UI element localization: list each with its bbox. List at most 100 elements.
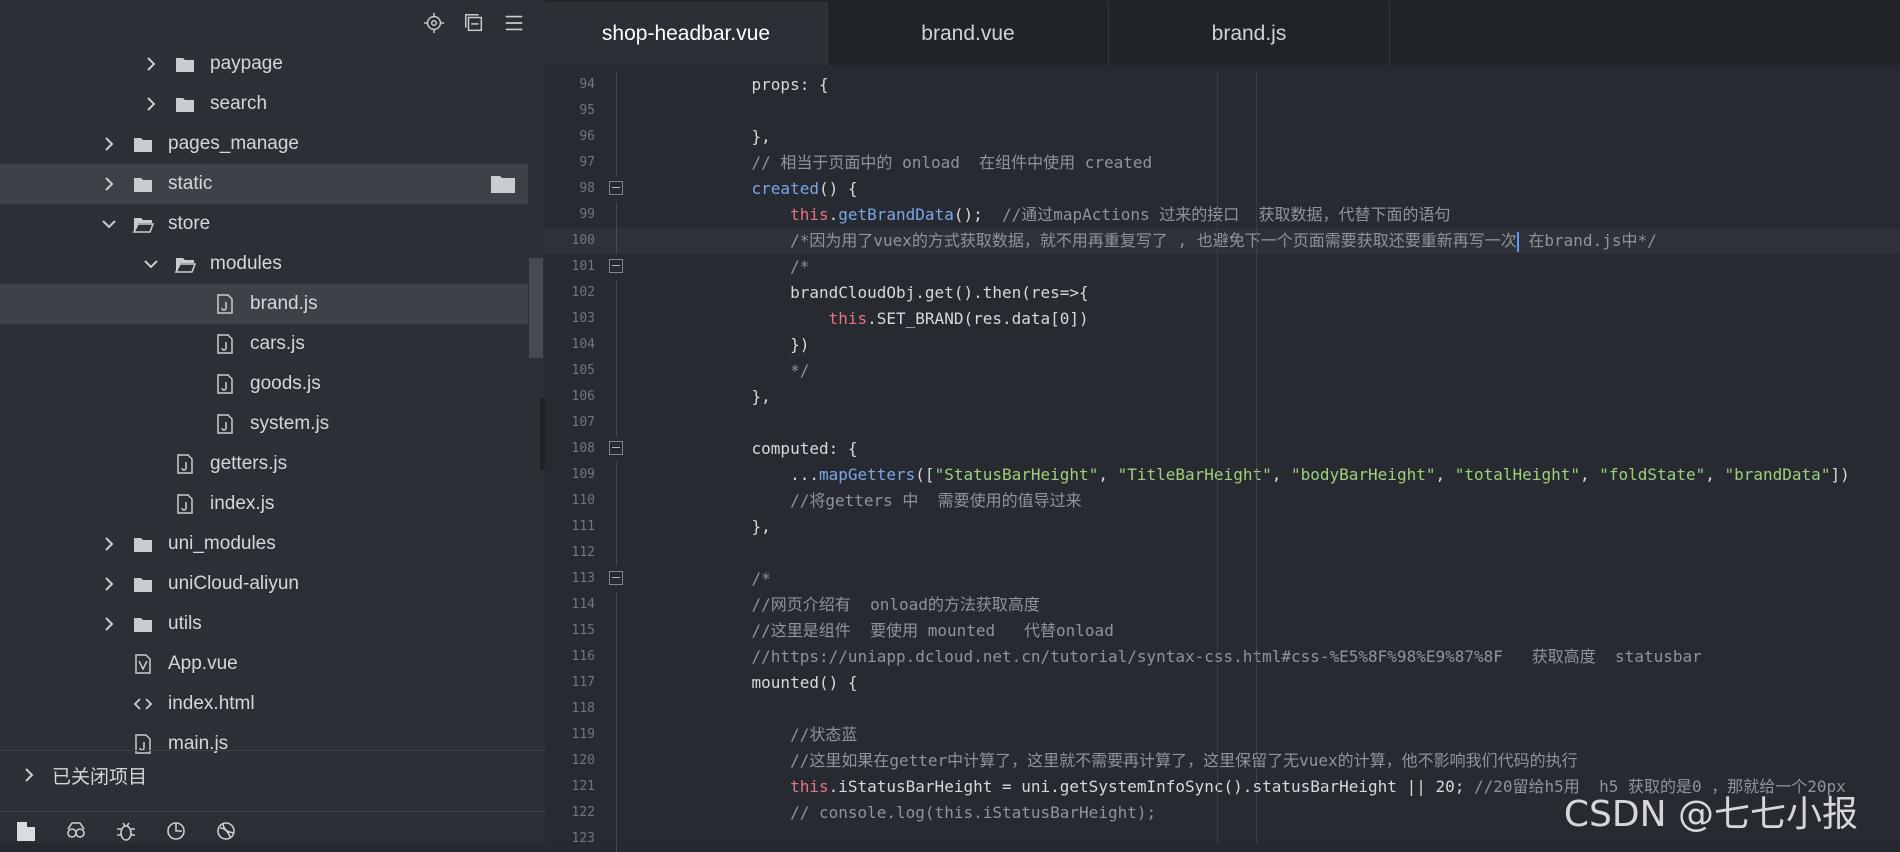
fold-toggle-icon[interactable] xyxy=(609,181,623,195)
code-line[interactable]: 114 //网页介绍有 onload的方法获取高度 xyxy=(545,592,1900,618)
tree-item-getters-js[interactable]: getters.js xyxy=(0,444,528,484)
code-line[interactable]: 97 // 相当于页面中的 onload 在组件中使用 created xyxy=(545,150,1900,176)
source-control-icon[interactable] xyxy=(160,818,192,843)
tree-item-index-html[interactable]: index.html xyxy=(0,684,528,724)
tab-shop-headbar-vue[interactable]: shop-headbar.vue xyxy=(545,2,828,65)
code-line[interactable]: 107 xyxy=(545,410,1900,436)
tree-item-uni-modules[interactable]: uni_modules xyxy=(0,524,528,564)
tree-item-static[interactable]: static xyxy=(0,164,528,204)
folder-icon xyxy=(132,613,154,635)
code-text: // 相当于页面中的 onload 在组件中使用 created xyxy=(751,153,1153,172)
tab-brand-js[interactable]: brand.js xyxy=(1109,2,1390,65)
explorer-icon[interactable] xyxy=(10,818,42,843)
editor-tabbar: shop-headbar.vue brand.vue brand.js xyxy=(545,0,1900,65)
chevron-right-icon[interactable] xyxy=(140,93,162,115)
chevron-right-icon[interactable] xyxy=(98,573,120,595)
code-area[interactable]: 94 props: {95 96 }, 97 // 相当于页面中的 onload 在… xyxy=(545,72,1900,852)
html-file-icon xyxy=(132,693,154,715)
line-number: 97 xyxy=(579,155,595,170)
code-line[interactable]: 113 /* xyxy=(545,566,1900,592)
code-text: /* xyxy=(790,257,810,276)
code-line[interactable]: 111 }, xyxy=(545,514,1900,540)
tab-brand-vue[interactable]: brand.vue xyxy=(828,2,1109,65)
tree-item-index-js[interactable]: index.js xyxy=(0,484,528,524)
tree-item-label: brand.js xyxy=(250,293,318,314)
locate-file-icon[interactable] xyxy=(419,8,449,38)
code-line[interactable]: 112 xyxy=(545,540,1900,566)
folder-icon xyxy=(132,133,154,155)
code-text: //这里如果在getter中计算了，这里就不需要再计算了，这里保留了无vuex的… xyxy=(790,751,1578,770)
code-line[interactable]: 100 /*因为用了vuex的方式获取数据，就不用再重复写了 , 也避免下一个页… xyxy=(545,228,1900,254)
menu-icon[interactable] xyxy=(499,8,529,38)
code-line[interactable]: 115 //这里是组件 要使用 mounted 代替onload xyxy=(545,618,1900,644)
code-text: ...mapGetters(["StatusBarHeight", "Title… xyxy=(713,465,1850,484)
chevron-right-icon[interactable] xyxy=(98,133,120,155)
code-line[interactable]: 119 //状态蓝 xyxy=(545,722,1900,748)
code-line[interactable]: 96 }, xyxy=(545,124,1900,150)
code-text: //网页介绍有 onload的方法获取高度 xyxy=(751,595,1040,614)
code-line[interactable]: 102 brandCloudObj.get().then(res=>{ xyxy=(545,280,1900,306)
chevron-down-icon[interactable] xyxy=(98,213,120,235)
folder-icon xyxy=(132,573,154,595)
code-line[interactable]: 116 //https://uniapp.dcloud.net.cn/tutor… xyxy=(545,644,1900,670)
code-line[interactable]: 118 xyxy=(545,696,1900,722)
line-number: 104 xyxy=(571,337,595,352)
code-line[interactable]: 104 }) xyxy=(545,332,1900,358)
code-line[interactable]: 106 }, xyxy=(545,384,1900,410)
explorer-scrollbar[interactable] xyxy=(529,258,543,358)
code-text: props: { xyxy=(713,75,829,94)
code-line[interactable]: 117 mounted() { xyxy=(545,670,1900,696)
line-number: 112 xyxy=(571,545,595,560)
tree-item-utils[interactable]: utils xyxy=(0,604,528,644)
fold-toggle-icon[interactable] xyxy=(609,441,623,455)
tree-item-unicloud-aliyun[interactable]: uniCloud-aliyun xyxy=(0,564,528,604)
folder-icon xyxy=(174,93,196,115)
open-folder-icon[interactable] xyxy=(490,173,516,195)
code-line[interactable]: 110 //将getters 中 需要使用的值导过来 xyxy=(545,488,1900,514)
tree-item-modules[interactable]: modules xyxy=(0,244,528,284)
plugin-icon[interactable] xyxy=(60,818,92,843)
watermark: CSDN @七七小报 xyxy=(1563,794,1858,835)
line-number: 109 xyxy=(571,467,595,482)
chevron-down-icon[interactable] xyxy=(140,253,162,275)
tab-label: brand.js xyxy=(1211,21,1287,45)
closed-projects-section[interactable]: 已关闭项目 xyxy=(0,750,545,799)
tree-item-app-vue[interactable]: App.vue xyxy=(0,644,528,684)
line-number: 114 xyxy=(571,597,595,612)
line-number: 102 xyxy=(571,285,595,300)
tree-item-label: paypage xyxy=(210,53,283,74)
fold-toggle-icon[interactable] xyxy=(609,571,623,585)
tree-item-store[interactable]: store xyxy=(0,204,528,244)
code-line[interactable]: 95 xyxy=(545,98,1900,124)
code-line[interactable]: 108 computed: { xyxy=(545,436,1900,462)
cloud-icon[interactable] xyxy=(210,818,242,843)
tree-item-label: index.html xyxy=(168,693,255,714)
code-line[interactable]: 103 this.SET_BRAND(res.data[0]) xyxy=(545,306,1900,332)
code-line[interactable]: 105 */ xyxy=(545,358,1900,384)
code-line[interactable]: 94 props: { xyxy=(545,72,1900,98)
line-number: 120 xyxy=(571,753,595,768)
chevron-right-icon[interactable] xyxy=(98,533,120,555)
chevron-right-icon[interactable] xyxy=(140,53,162,75)
tree-item-brand-js[interactable]: brand.js xyxy=(0,284,528,324)
code-line[interactable]: 120 //这里如果在getter中计算了，这里就不需要再计算了，这里保留了无v… xyxy=(545,748,1900,774)
debug-icon[interactable] xyxy=(110,818,142,843)
chevron-right-icon[interactable] xyxy=(98,173,120,195)
code-line[interactable]: 101 /* xyxy=(545,254,1900,280)
fold-toggle-icon[interactable] xyxy=(609,259,623,273)
code-editor: shop-headbar.vue brand.vue brand.js 94 p… xyxy=(545,0,1900,852)
code-line[interactable]: 99 this.getBrandData(); //通过mapActions 过… xyxy=(545,202,1900,228)
tree-item-search[interactable]: search xyxy=(0,84,528,124)
code-text: this.SET_BRAND(res.data[0]) xyxy=(828,309,1089,328)
collapse-all-icon[interactable] xyxy=(459,8,489,38)
tree-item-goods-js[interactable]: goods.js xyxy=(0,364,528,404)
code-line[interactable]: 109 ...mapGetters(["StatusBarHeight", "T… xyxy=(545,462,1900,488)
tree-item-pages-manage[interactable]: pages_manage xyxy=(0,124,528,164)
js-file-icon xyxy=(174,453,196,475)
chevron-right-icon[interactable] xyxy=(18,764,40,786)
tree-item-paypage[interactable]: paypage xyxy=(0,44,528,84)
chevron-right-icon[interactable] xyxy=(98,613,120,635)
tree-item-cars-js[interactable]: cars.js xyxy=(0,324,528,364)
tree-item-system-js[interactable]: system.js xyxy=(0,404,528,444)
code-line[interactable]: 98 created() { xyxy=(545,176,1900,202)
